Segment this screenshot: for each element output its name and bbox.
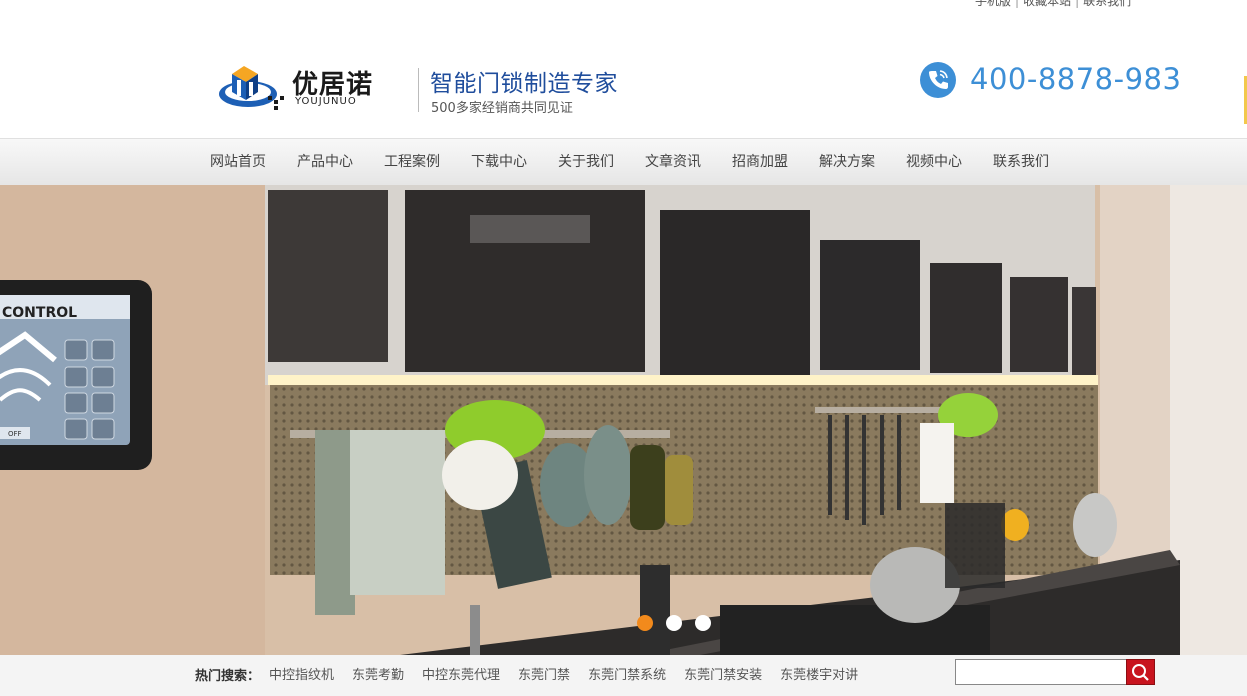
nav-item-contact[interactable]: 联系我们 [978,139,1064,186]
top-links: 手机版 | 收藏本站 | 联系我们 [975,0,1131,9]
hotline-number: 400-8878-983 [970,62,1182,96]
slogan-title: 智能门锁制造专家 [430,71,618,97]
slider-dot-2[interactable] [666,615,682,631]
nav-item-videos[interactable]: 视频中心 [891,139,977,186]
nav-item-news[interactable]: 文章资讯 [630,139,716,186]
hot-search-link[interactable]: 中控东莞代理 [422,664,500,683]
kitchen-banner-image: CONTROL ON OFF [0,185,1247,655]
panel-toggle-off: OFF [8,430,22,438]
contact-us-top-link[interactable]: 联系我们 [1083,0,1131,8]
phone-icon [920,62,956,98]
hot-search-links: 中控指纹机 东莞考勤 中控东莞代理 东莞门禁 东莞门禁系统 东莞门禁安装 东莞楼… [269,664,876,683]
search-input[interactable] [955,659,1127,685]
brand-name-en: YOUJUNUO [295,96,357,107]
site-header: 手机版 | 收藏本站 | 联系我们 优居诺 YOUJUNUO 智能门锁制造专家 500多… [0,0,1247,138]
nav-item-home[interactable]: 网站首页 [195,139,281,186]
hot-search-bar: 热门搜索： 中控指纹机 东莞考勤 中控东莞代理 东莞门禁 东莞门禁系统 东莞门禁… [0,655,1247,696]
hot-search-link[interactable]: 中控指纹机 [269,664,334,683]
hot-search-link[interactable]: 东莞考勤 [352,664,404,683]
main-nav: 网站首页 产品中心 工程案例 下载中心 关于我们 文章资讯 招商加盟 解决方案 … [0,138,1247,185]
slider-dots [637,615,724,631]
panel-title: CONTROL [2,305,77,321]
hot-search-link[interactable]: 东莞门禁 [518,664,570,683]
nav-item-products[interactable]: 产品中心 [282,139,368,186]
header-divider [418,68,419,112]
bookmark-link[interactable]: 收藏本站 [1023,0,1071,8]
slider-dot-3[interactable] [695,615,711,631]
nav-item-downloads[interactable]: 下载中心 [456,139,542,186]
mobile-version-link[interactable]: 手机版 [975,0,1011,8]
nav-item-franchise[interactable]: 招商加盟 [717,139,803,186]
nav-item-cases[interactable]: 工程案例 [369,139,455,186]
search-button[interactable] [1126,659,1155,685]
search-icon [1132,664,1149,681]
slider-dot-1[interactable] [637,615,653,631]
hot-search-link[interactable]: 东莞楼宇对讲 [780,664,858,683]
nav-item-about[interactable]: 关于我们 [543,139,629,186]
hot-search-link[interactable]: 东莞门禁系统 [588,664,666,683]
hot-search-label: 热门搜索： [195,669,261,684]
slogan-subtitle: 500多家经销商共同见证 [431,101,573,116]
nav-item-solutions[interactable]: 解决方案 [804,139,890,186]
banner-slider[interactable]: CONTROL ON OFF [0,185,1247,655]
logo-icon [219,66,284,110]
hot-search-link[interactable]: 东莞门禁安装 [684,664,762,683]
site-logo[interactable]: 优居诺 YOUJUNUO [218,56,388,114]
